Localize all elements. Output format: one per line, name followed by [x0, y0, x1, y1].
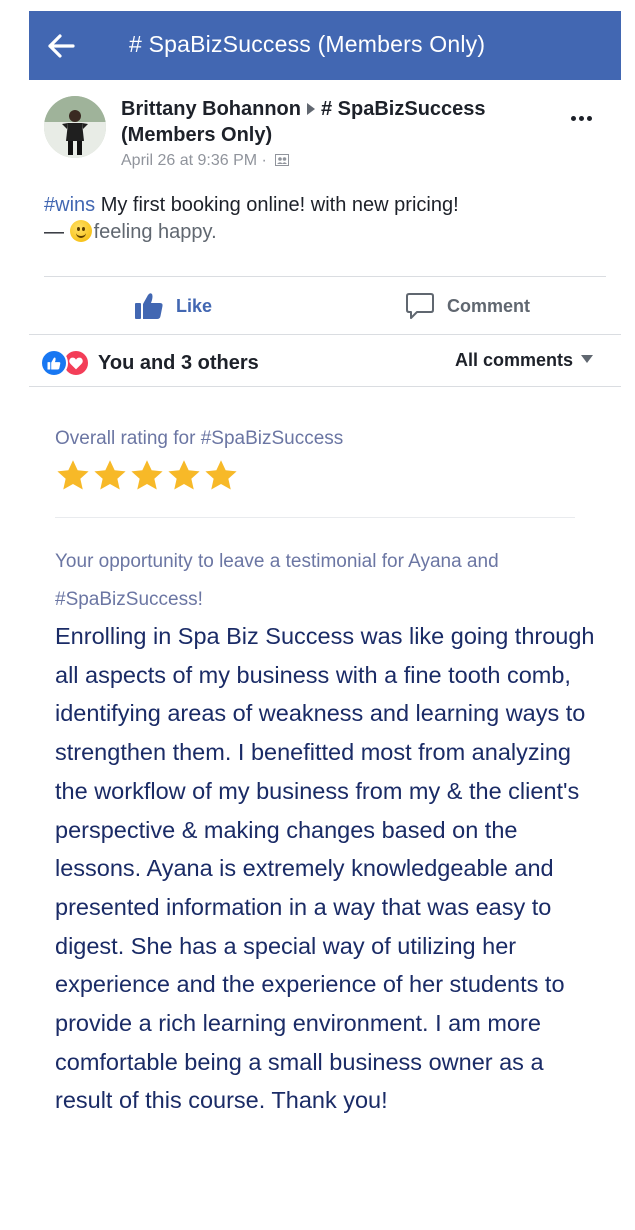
- thumbs-up-icon: [135, 293, 163, 319]
- star-icon: [57, 460, 89, 490]
- back-arrow-icon[interactable]: [47, 33, 75, 59]
- author-name[interactable]: Brittany Bohannon: [121, 98, 301, 120]
- testimonial-text: Enrolling in Spa Biz Success was like go…: [55, 623, 595, 1114]
- like-reaction-icon: [40, 349, 68, 377]
- shared-to-arrow-icon: [307, 102, 315, 115]
- comments-filter-dropdown[interactable]: All comments: [455, 350, 594, 371]
- post-body: #wins My first booking online! with new …: [44, 192, 604, 246]
- timestamp-text[interactable]: April 26 at 9:36 PM ·: [121, 152, 267, 169]
- divider: [44, 276, 606, 277]
- reactions-count-text: You and 3 others: [98, 351, 259, 374]
- post-message: My first booking online! with new pricin…: [95, 194, 459, 216]
- star-icon: [94, 460, 126, 490]
- caret-down-icon: [581, 355, 594, 363]
- comments-filter-label: All comments: [455, 350, 574, 370]
- reactions-summary[interactable]: You and 3 others: [40, 348, 259, 378]
- smiley-icon: [69, 220, 92, 242]
- testimonial-prompt: Your opportunity to leave a testimonial …: [55, 551, 499, 610]
- wins-hashtag[interactable]: #wins: [44, 194, 95, 216]
- avatar[interactable]: [44, 96, 106, 158]
- divider: [29, 334, 621, 335]
- page-title: # SpaBizSuccess (Members Only): [129, 31, 486, 57]
- avatar-photo: [44, 96, 106, 158]
- feeling-dash: —: [44, 221, 70, 243]
- like-button[interactable]: Like: [134, 290, 212, 322]
- divider: [55, 517, 575, 518]
- comment-label: Comment: [447, 295, 531, 316]
- top-app-bar: # SpaBizSuccess (Members Only): [29, 11, 621, 80]
- star-icon: [205, 460, 237, 490]
- star-icon: [168, 460, 200, 490]
- post-timestamp: April 26 at 9:36 PM ·: [121, 152, 290, 170]
- star-icon: [131, 460, 163, 490]
- group-audience-icon: [275, 154, 290, 166]
- comment-button[interactable]: Comment: [405, 290, 530, 322]
- star-rating: [55, 458, 240, 494]
- post-author-line: Brittany Bohannon # SpaBizSuccess (Member…: [121, 96, 561, 148]
- comment-bubble-icon: [406, 293, 434, 319]
- like-label: Like: [176, 295, 213, 316]
- more-options-icon[interactable]: [571, 108, 601, 122]
- divider: [29, 386, 621, 387]
- rating-label: Overall rating for #SpaBizSuccess: [55, 428, 344, 449]
- feeling-text: feeling happy.: [93, 221, 217, 243]
